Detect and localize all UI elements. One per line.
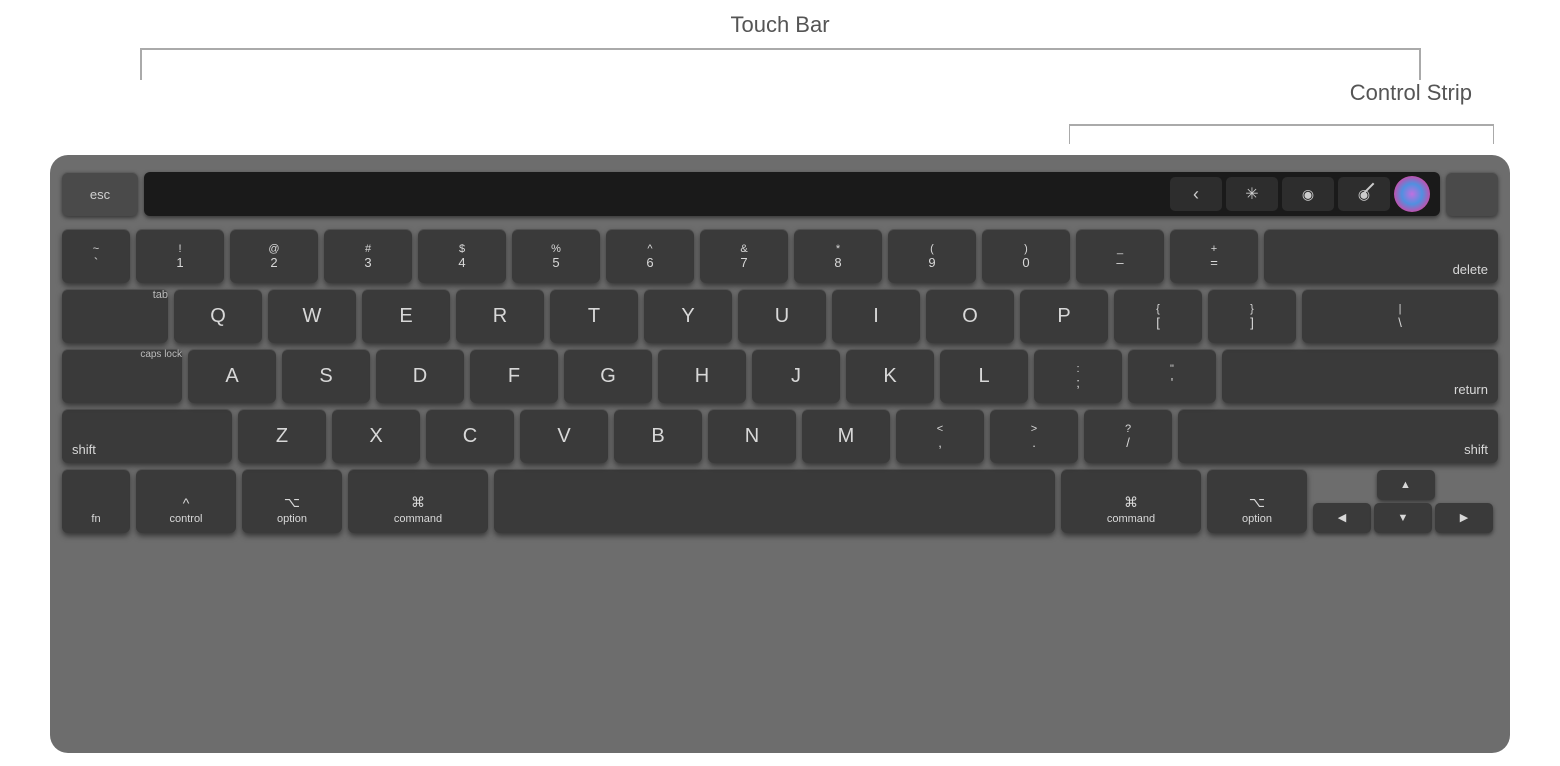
key-v[interactable]: V bbox=[520, 409, 608, 463]
key-delete[interactable]: delete bbox=[1264, 229, 1498, 283]
power-key[interactable] bbox=[1446, 172, 1498, 216]
key-equals[interactable]: + = bbox=[1170, 229, 1258, 283]
key-6[interactable]: ^ 6 bbox=[606, 229, 694, 283]
key-lbracket[interactable]: { [ bbox=[1114, 289, 1202, 343]
control-strip-bracket-right bbox=[1493, 124, 1495, 144]
key-p[interactable]: P bbox=[1020, 289, 1108, 343]
bottom-row: fn ^ control ⌥ option ⌘ command ⌘ comman… bbox=[62, 469, 1498, 533]
key-minus[interactable]: _ – bbox=[1076, 229, 1164, 283]
key-a[interactable]: A bbox=[188, 349, 276, 403]
key-y[interactable]: Y bbox=[644, 289, 732, 343]
zxcv-row: shift Z X C V B N M < , > . ? / shift bbox=[62, 409, 1498, 463]
key-command-right[interactable]: ⌘ command bbox=[1061, 469, 1201, 533]
touch-bar-bracket-left bbox=[140, 48, 142, 80]
touch-bar-row: esc ‹ ✳ ◉ ◉ bbox=[62, 167, 1498, 221]
key-quote[interactable]: " ' bbox=[1128, 349, 1216, 403]
control-strip-title: Control Strip bbox=[1350, 80, 1472, 106]
key-comma[interactable]: < , bbox=[896, 409, 984, 463]
arrow-right-key[interactable]: ▶ bbox=[1435, 503, 1493, 533]
touch-bar-title: Touch Bar bbox=[730, 12, 829, 38]
key-u[interactable]: U bbox=[738, 289, 826, 343]
key-x[interactable]: X bbox=[332, 409, 420, 463]
chevron-btn[interactable]: ‹ bbox=[1170, 177, 1222, 211]
key-option-left[interactable]: ⌥ option bbox=[242, 469, 342, 533]
number-row: ~ ` ! 1 @ 2 # 3 $ 4 % 5 ^ 6 & 7 bbox=[62, 229, 1498, 283]
key-s[interactable]: S bbox=[282, 349, 370, 403]
key-b[interactable]: B bbox=[614, 409, 702, 463]
key-option-right[interactable]: ⌥ option bbox=[1207, 469, 1307, 533]
key-semicolon[interactable]: : ; bbox=[1034, 349, 1122, 403]
arrow-down-key[interactable]: ▼ bbox=[1374, 503, 1432, 533]
key-9[interactable]: ( 9 bbox=[888, 229, 976, 283]
key-8[interactable]: * 8 bbox=[794, 229, 882, 283]
mute-btn[interactable]: ◉ bbox=[1338, 177, 1390, 211]
asdf-row: caps lock A S D F G H J K L : ; " ' retu… bbox=[62, 349, 1498, 403]
key-1[interactable]: ! 1 bbox=[136, 229, 224, 283]
key-o[interactable]: O bbox=[926, 289, 1014, 343]
key-5[interactable]: % 5 bbox=[512, 229, 600, 283]
key-n[interactable]: N bbox=[708, 409, 796, 463]
key-shift-left[interactable]: shift bbox=[62, 409, 232, 463]
key-shift-right[interactable]: shift bbox=[1178, 409, 1498, 463]
key-period[interactable]: > . bbox=[990, 409, 1078, 463]
key-0[interactable]: ) 0 bbox=[982, 229, 1070, 283]
esc-key[interactable]: esc bbox=[62, 172, 138, 216]
key-rbracket[interactable]: } ] bbox=[1208, 289, 1296, 343]
key-space[interactable] bbox=[494, 469, 1055, 533]
key-caps-lock[interactable]: caps lock bbox=[62, 349, 182, 403]
key-r[interactable]: R bbox=[456, 289, 544, 343]
key-l[interactable]: L bbox=[940, 349, 1028, 403]
key-return[interactable]: return bbox=[1222, 349, 1498, 403]
qwerty-row: tab Q W E R T Y U I O P { [ } ] | \ bbox=[62, 289, 1498, 343]
key-control[interactable]: ^ control bbox=[136, 469, 236, 533]
control-strip-bracket-left bbox=[1069, 124, 1071, 144]
key-backslash[interactable]: | \ bbox=[1302, 289, 1498, 343]
touch-bar[interactable]: ‹ ✳ ◉ ◉ bbox=[144, 172, 1440, 216]
key-c[interactable]: C bbox=[426, 409, 514, 463]
key-backtick[interactable]: ~ ` bbox=[62, 229, 130, 283]
control-strip-bracket-top bbox=[1069, 124, 1494, 126]
key-i[interactable]: I bbox=[832, 289, 920, 343]
touch-bar-bracket-line bbox=[140, 48, 1420, 50]
volume-btn[interactable]: ◉ bbox=[1282, 177, 1334, 211]
arrow-up-key[interactable]: ▲ bbox=[1377, 470, 1435, 500]
key-7[interactable]: & 7 bbox=[700, 229, 788, 283]
key-g[interactable]: G bbox=[564, 349, 652, 403]
key-3[interactable]: # 3 bbox=[324, 229, 412, 283]
key-m[interactable]: M bbox=[802, 409, 890, 463]
brightness-btn[interactable]: ✳ bbox=[1226, 177, 1278, 211]
key-w[interactable]: W bbox=[268, 289, 356, 343]
key-z[interactable]: Z bbox=[238, 409, 326, 463]
key-slash[interactable]: ? / bbox=[1084, 409, 1172, 463]
arrow-left-key[interactable]: ◀ bbox=[1313, 503, 1371, 533]
key-command-left[interactable]: ⌘ command bbox=[348, 469, 488, 533]
keyboard-body: esc ‹ ✳ ◉ ◉ ~ ` ! 1 @ 2 # 3 bbox=[50, 155, 1510, 753]
key-j[interactable]: J bbox=[752, 349, 840, 403]
key-k[interactable]: K bbox=[846, 349, 934, 403]
key-e[interactable]: E bbox=[362, 289, 450, 343]
touch-bar-bracket-right bbox=[1419, 48, 1421, 80]
key-q[interactable]: Q bbox=[174, 289, 262, 343]
key-d[interactable]: D bbox=[376, 349, 464, 403]
siri-btn[interactable] bbox=[1394, 176, 1430, 212]
arrow-cluster: ▲ ◀ ▼ ▶ bbox=[1313, 470, 1498, 533]
key-tab[interactable]: tab bbox=[62, 289, 168, 343]
key-t[interactable]: T bbox=[550, 289, 638, 343]
key-fn[interactable]: fn bbox=[62, 469, 130, 533]
key-2[interactable]: @ 2 bbox=[230, 229, 318, 283]
key-4[interactable]: $ 4 bbox=[418, 229, 506, 283]
key-h[interactable]: H bbox=[658, 349, 746, 403]
key-f[interactable]: F bbox=[470, 349, 558, 403]
